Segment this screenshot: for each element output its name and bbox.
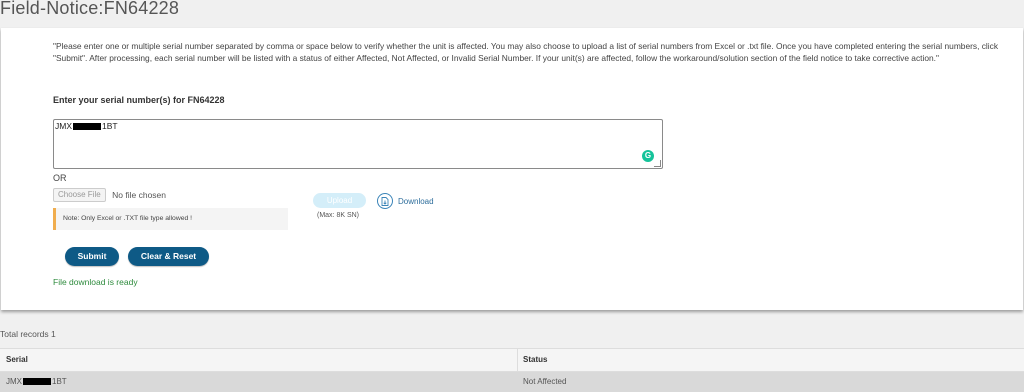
clear-reset-button[interactable]: Clear & Reset bbox=[128, 247, 209, 266]
download-label: Download bbox=[398, 196, 434, 206]
grammarly-icon[interactable]: G bbox=[642, 150, 654, 162]
upload-max-label: (Max: 8K SN) bbox=[317, 212, 360, 219]
submit-button[interactable]: Submit bbox=[65, 247, 119, 266]
file-type-note: Note: Only Excel or .TXT file type allow… bbox=[53, 208, 288, 230]
redaction-bar bbox=[23, 378, 51, 386]
table-row: JMX 1BT Not Affected bbox=[0, 372, 1024, 392]
download-link[interactable]: Download bbox=[377, 192, 434, 210]
resize-handle[interactable] bbox=[654, 160, 661, 167]
row-serial: JMX 1BT bbox=[6, 372, 67, 392]
choose-file-button[interactable]: Choose File bbox=[53, 187, 106, 202]
column-header-serial[interactable]: Serial bbox=[6, 349, 28, 371]
serial-check-form: "Please enter one or multiple serial num… bbox=[1, 28, 1023, 310]
row-status: Not Affected bbox=[523, 377, 567, 386]
serial-number-value: JMX 1BT bbox=[55, 121, 118, 131]
serial-input-heading: Enter your serial number(s) for FN64228 bbox=[53, 95, 225, 105]
no-file-label: No file chosen bbox=[112, 189, 167, 200]
upload-button[interactable]: Upload bbox=[313, 193, 366, 208]
serial-suffix: 1BT bbox=[102, 121, 118, 131]
download-ready-message: File download is ready bbox=[53, 277, 138, 287]
serial-number-textarea[interactable]: JMX 1BT G bbox=[53, 119, 663, 169]
page-title: Field-Notice:FN64228 bbox=[0, 0, 180, 18]
column-divider bbox=[517, 349, 518, 371]
row-serial-suffix: 1BT bbox=[52, 377, 67, 386]
instructions-text: "Please enter one or multiple serial num… bbox=[53, 41, 999, 63]
document-download-icon bbox=[377, 193, 393, 209]
row-serial-prefix: JMX bbox=[6, 377, 22, 386]
serial-prefix: JMX bbox=[55, 121, 72, 131]
column-header-status[interactable]: Status bbox=[523, 349, 547, 371]
redaction-bar bbox=[73, 123, 101, 131]
total-records: Total records 1 bbox=[0, 329, 56, 339]
results-table-header: Serial Status bbox=[0, 348, 1024, 372]
file-picker: Choose File No file chosen bbox=[53, 186, 167, 202]
or-label: OR bbox=[53, 173, 67, 183]
